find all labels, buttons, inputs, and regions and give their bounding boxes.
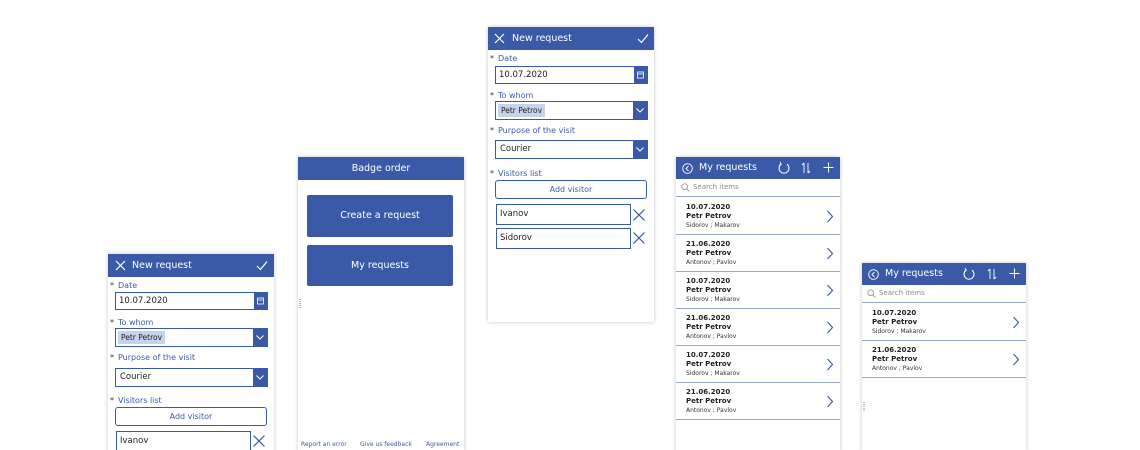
to-whom-label: * To whom (490, 91, 534, 100)
search-input[interactable]: Search items (693, 183, 739, 191)
list-item[interactable]: 10.07.2020 Petr Petrov Sidorov ; Makarov (676, 198, 840, 235)
list-item[interactable]: 21.06.2020 Petr Petrov Antonov ; Pavlov (676, 309, 840, 346)
close-icon[interactable] (115, 260, 126, 271)
new-request-screen-small: New request * Date 10.07.2020 * To whom Pe… (108, 254, 274, 450)
search-input[interactable]: Search items (879, 289, 925, 297)
agreement-link[interactable]: Agreement (426, 441, 459, 448)
search-bar[interactable]: Search items (862, 285, 1026, 303)
purpose-dropdown[interactable]: Courier (115, 368, 268, 387)
report-error-link[interactable]: Report an error (301, 441, 347, 448)
calendar-icon[interactable] (254, 293, 267, 309)
header-bar: New request (108, 254, 274, 277)
selected-person-chip[interactable]: Petr Petrov (498, 104, 546, 117)
add-icon[interactable] (823, 162, 834, 173)
new-request-screen: New request * Date 10.07.2020 * To whom Pe… (488, 27, 654, 322)
search-bar[interactable]: Search items (676, 179, 840, 197)
header-bar: My requests (676, 157, 840, 179)
add-visitor-button[interactable]: Add visitor (495, 180, 647, 199)
chevron-down-icon[interactable] (253, 329, 267, 346)
date-label: * Date (110, 281, 138, 290)
header-bar: Badge order (298, 157, 464, 180)
chevron-down-icon[interactable] (633, 141, 647, 158)
my-requests-screen: My requests Search items 10.07.2020 Petr… (676, 157, 840, 450)
resize-handle (299, 299, 301, 308)
screen-title: New request (132, 260, 192, 271)
list-item[interactable]: 21.06.2020 Petr Petrov Antonov ; Pavlov (676, 235, 840, 272)
date-field[interactable]: 10.07.2020 (495, 66, 648, 84)
chevron-right-icon[interactable] (1012, 353, 1020, 366)
to-whom-combobox[interactable]: Petr Petrov (495, 101, 648, 120)
purpose-dropdown[interactable]: Courier (495, 140, 648, 159)
resize-handle (863, 402, 865, 411)
sort-icon[interactable] (987, 268, 997, 280)
calendar-icon[interactable] (634, 67, 647, 83)
badge-order-screen: Badge order Create a request My requests… (298, 157, 464, 450)
my-requests-screen-short: My requests Search items 10.07.2020 Petr… (862, 263, 1026, 450)
refresh-icon[interactable] (962, 267, 976, 281)
close-icon[interactable] (494, 33, 505, 44)
chevron-right-icon[interactable] (826, 210, 834, 223)
screen-title: My requests (699, 162, 757, 173)
search-icon (867, 289, 876, 298)
sort-icon[interactable] (801, 162, 811, 174)
chevron-right-icon[interactable] (1012, 316, 1020, 329)
add-icon[interactable] (1009, 268, 1020, 279)
search-icon (681, 183, 690, 192)
to-whom-label: * To whom (110, 318, 154, 327)
visitor-field[interactable]: Ivanov (496, 204, 631, 225)
remove-visitor-icon[interactable] (632, 231, 646, 245)
remove-visitor-icon[interactable] (252, 434, 266, 448)
date-field[interactable]: 10.07.2020 (115, 292, 268, 310)
list-item[interactable]: 21.06.2020 Petr Petrov Antonov ; Pavlov (862, 341, 1026, 378)
back-icon[interactable] (868, 269, 879, 280)
chevron-right-icon[interactable] (826, 247, 834, 260)
list-item[interactable]: 21.06.2020 Petr Petrov Antonov ; Pavlov (676, 383, 840, 420)
chevron-right-icon[interactable] (826, 395, 834, 408)
chevron-right-icon[interactable] (826, 321, 834, 334)
chevron-right-icon[interactable] (826, 358, 834, 371)
chevron-down-icon[interactable] (253, 369, 267, 386)
screen-title: New request (512, 33, 572, 44)
check-icon[interactable] (256, 260, 268, 271)
visitors-label: * Visitors list (490, 169, 542, 178)
purpose-label: * Purpose of the visit (490, 126, 576, 135)
visitor-field[interactable]: Sidorov (496, 228, 631, 249)
selected-person-chip[interactable]: Petr Petrov (118, 331, 166, 344)
back-icon[interactable] (682, 163, 693, 174)
list-item[interactable]: 10.07.2020 Petr Petrov Sidorov ; Makarov (862, 304, 1026, 341)
add-visitor-button[interactable]: Add visitor (115, 407, 267, 426)
visitors-label: * Visitors list (110, 396, 162, 405)
screen-title: Badge order (351, 163, 411, 174)
chevron-right-icon[interactable] (826, 284, 834, 297)
purpose-label: * Purpose of the visit (110, 353, 196, 362)
chevron-down-icon[interactable] (633, 102, 647, 119)
visitor-field[interactable]: Ivanov (116, 431, 251, 450)
list-item[interactable]: 10.07.2020 Petr Petrov Sidorov ; Makarov (676, 346, 840, 383)
screen-title: My requests (885, 268, 943, 279)
refresh-icon[interactable] (777, 161, 791, 175)
remove-visitor-icon[interactable] (632, 208, 646, 222)
feedback-link[interactable]: Give us feedback (360, 441, 412, 448)
my-requests-button[interactable]: My requests (307, 245, 453, 286)
date-label: * Date (490, 54, 518, 63)
list-item[interactable]: 10.07.2020 Petr Petrov Sidorov ; Makarov (676, 272, 840, 309)
create-request-button[interactable]: Create a request (307, 195, 453, 237)
header-bar: New request (488, 27, 654, 50)
to-whom-combobox[interactable]: Petr Petrov (115, 328, 268, 347)
check-icon[interactable] (637, 33, 649, 44)
header-bar: My requests (862, 263, 1026, 285)
